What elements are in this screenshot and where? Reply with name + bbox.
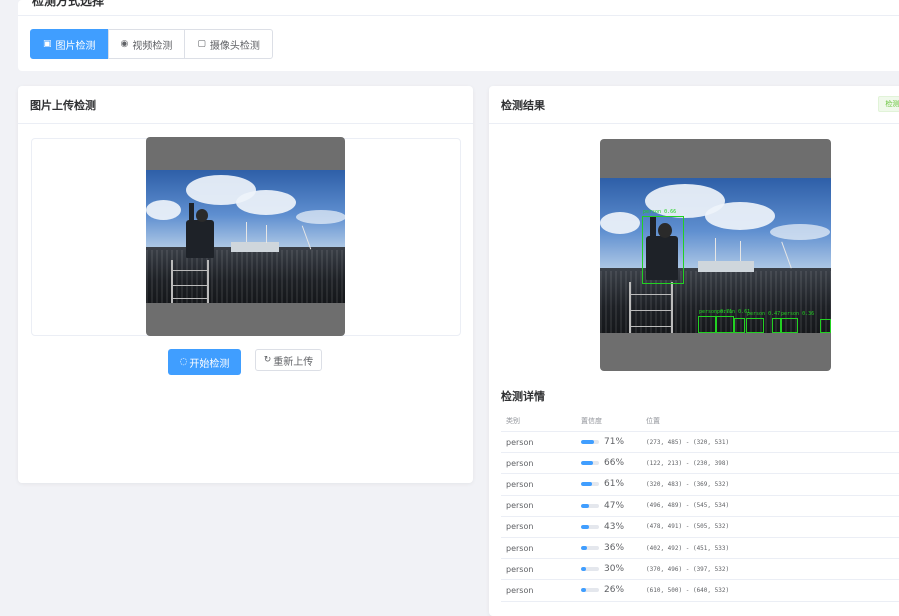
column-position: 位置 [646,416,660,425]
mode-selection-card: 检测方式选择 ▣ 图片检测 ◉ 视频检测 ▢ 摄像头检测 [18,0,899,71]
confidence-bar [581,461,599,466]
row-position: (320, 483) - (369, 532) [646,480,730,488]
bounding-box: person 0.66 [642,209,684,284]
confidence-value: 43% [604,521,625,532]
table-row: person 47% (496, 489) - (545, 534) [501,496,899,517]
column-class: 类别 [506,416,520,425]
confidence-bar [581,524,599,529]
row-position: (496, 489) - (545, 534) [646,502,730,510]
row-position: (273, 485) - (320, 531) [646,438,730,446]
row-confidence: 43% [581,522,646,532]
confidence-bar-fill [581,588,586,593]
column-confidence: 置信度 [581,416,602,425]
row-position: (610, 500) - (640, 532) [646,586,730,594]
row-class: person [506,585,534,595]
confidence-value: 30% [604,564,625,575]
confidence-bar [581,588,599,593]
row-class: person [506,543,534,553]
confidence-bar-fill [581,503,590,508]
row-class: person [506,564,534,574]
row-class: person [506,501,534,511]
tab-label: 视频检测 [132,40,173,52]
confidence-bar-fill [581,440,594,445]
row-position: (122, 213) - (230, 398) [646,459,730,467]
table-row: person 71% (273, 485) - (320, 531) [501,432,899,454]
table-row: person 66% (122, 213) - (230, 398) [501,453,899,475]
confidence-value: 26% [604,585,625,596]
mode-tab-group: ▣ 图片检测 ◉ 视频检测 ▢ 摄像头检测 [30,29,273,59]
table-row: person 30% (370, 496) - (397, 532) [501,559,899,581]
row-confidence: 36% [581,543,646,553]
reupload-button[interactable]: ↻ 重新上传 [255,349,322,371]
confidence-bar-fill [581,461,593,466]
table-header: 类别 置信度 位置 [501,410,899,432]
tab-label: 摄像头检测 [209,40,260,52]
annotated-stadium-photo: person 0.66 person 0.71 person 0.61 pers… [600,178,831,333]
confidence-bar-fill [581,567,587,572]
row-class: person [506,437,534,447]
tab-label: 图片检测 [55,40,96,52]
confidence-value: 61% [604,479,625,490]
row-class: person [506,522,534,532]
confidence-bar [581,546,599,551]
detection-details-table: 类别 置信度 位置 person 71% (273, 485) - (320, 53… [501,410,899,602]
tab-video-detection[interactable]: ◉ 视频检测 [107,29,186,59]
image-upload-card: 图片上传检测 ◌ 开始检测 ↻ 重新上传 [18,86,473,483]
mode-section-title: 检测方式选择 [32,0,105,8]
confidence-value: 36% [604,543,625,554]
confidence-bar-fill [581,524,589,529]
confidence-bar [581,440,599,445]
detection-result-card: 检测结果 检测到 8 person 0.66 person [489,86,899,616]
confidence-bar [581,482,599,487]
row-confidence: 71% [581,437,646,447]
row-class: person [506,479,534,489]
bounding-box: person 0.71 [698,309,732,333]
uploaded-image-preview [146,137,345,336]
row-confidence: 26% [581,585,646,595]
start-detection-button[interactable]: ◌ 开始检测 [168,349,241,375]
confidence-value: 66% [604,458,625,469]
details-title: 检测详情 [501,390,545,403]
table-row: person 36% (402, 492) - (451, 533) [501,538,899,560]
bounding-box: person 0.61 [716,309,750,333]
result-image: person 0.66 person 0.71 person 0.61 pers… [600,139,831,371]
row-confidence: 30% [581,564,646,574]
detection-count-badge: 检测到 8 [878,96,899,112]
confidence-bar-fill [581,546,588,551]
image-icon: ▣ [43,39,52,49]
bounding-box: person 0.47 [746,311,780,333]
table-row: person 43% (478, 491) - (505, 532) [501,517,899,538]
bounding-box: person 0.36 [780,311,814,333]
row-position: (370, 496) - (397, 532) [646,565,730,573]
camera-icon: ▢ [197,39,206,49]
divider [18,15,899,16]
bounding-box [734,318,745,333]
row-confidence: 61% [581,479,646,489]
tab-camera-detection[interactable]: ▢ 摄像头检测 [184,29,273,59]
row-position: (478, 491) - (505, 532) [646,523,730,531]
confidence-value: 47% [604,500,625,511]
upload-card-title: 图片上传检测 [18,86,473,124]
refresh-icon: ↻ [263,355,272,365]
table-row: person 61% (320, 483) - (369, 532) [501,474,899,496]
stadium-photo [146,170,345,303]
confidence-bar-fill [581,482,592,487]
row-class: person [506,458,534,468]
row-confidence: 47% [581,501,646,511]
tab-image-detection[interactable]: ▣ 图片检测 [30,29,109,59]
loading-icon: ◌ [179,357,188,367]
table-row: person 26% (610, 500) - (640, 532) [501,580,899,602]
row-confidence: 66% [581,458,646,468]
bounding-box [820,319,831,333]
result-card-title: 检测结果 [489,86,899,124]
confidence-value: 71% [604,437,625,448]
row-position: (402, 492) - (451, 533) [646,544,730,552]
play-icon: ◉ [120,39,129,49]
confidence-bar [581,503,599,508]
confidence-bar [581,567,599,572]
